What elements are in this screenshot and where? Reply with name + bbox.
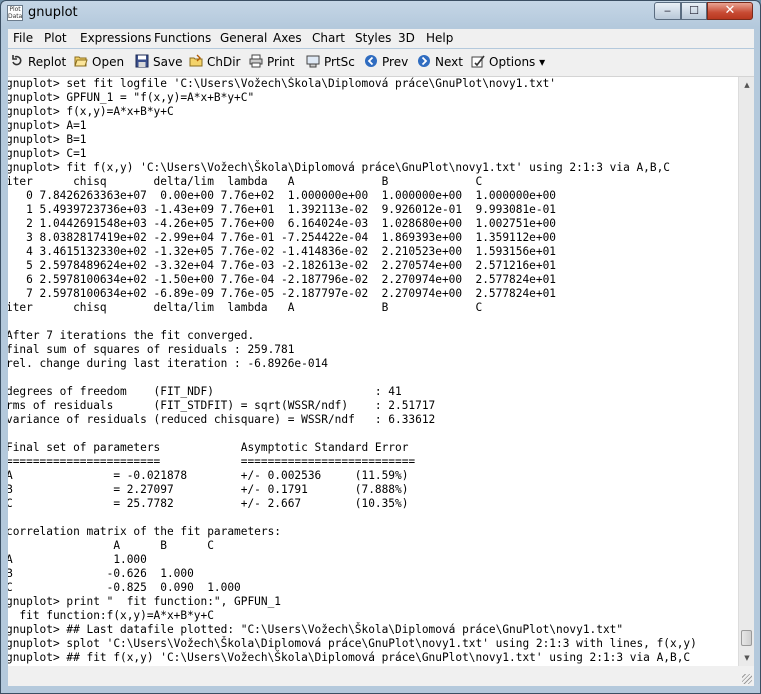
console-line: fit function:f(x,y)=A*x+B*y+C	[8, 609, 214, 622]
vertical-scrollbar[interactable]: ▲ ▼	[738, 77, 754, 666]
console-line: C = 25.7782 +/- 2.667 (10.35%)	[8, 497, 409, 510]
console-line: 1 5.4939723736e+03 -1.43e+09 7.76e+01 1.…	[8, 203, 556, 216]
console-line: correlation matrix of the fit parameters…	[8, 525, 281, 538]
console-line: iter chisq delta/lim lambda A B C	[8, 175, 483, 188]
console-line: After 7 iterations the fit converged.	[8, 329, 255, 342]
menu-help[interactable]: Help	[426, 31, 453, 45]
console-line: iter chisq delta/lim lambda A B C	[8, 301, 483, 314]
menu-styles[interactable]: Styles	[355, 31, 391, 45]
console-line: 6 2.5978100634e+02 -1.50e+00 7.76e-04 -2…	[8, 273, 556, 286]
prev-button[interactable]: Prev	[364, 54, 408, 71]
printer-icon	[249, 54, 263, 68]
console-line: 4 3.4615132330e+02 -1.32e+05 7.76e-02 -1…	[8, 245, 556, 258]
console-line: 0 7.8426263363e+07 0.00e+00 7.76e+02 1.0…	[8, 189, 556, 202]
menu-functions[interactable]: Functions	[154, 31, 211, 45]
next-button[interactable]: Next	[417, 54, 463, 71]
console-line: rms of residuals (FIT_STDFIT) = sqrt(WSS…	[8, 399, 436, 412]
menu-3d[interactable]: 3D	[398, 31, 415, 45]
scroll-up-arrow-icon[interactable]: ▲	[740, 77, 754, 93]
toolbar: Replot Open Save ChDir Print PrtSc Prev …	[8, 49, 754, 77]
change-dir-icon	[189, 54, 203, 67]
menu-chart[interactable]: Chart	[312, 31, 345, 45]
chdir-button[interactable]: ChDir	[189, 54, 241, 71]
options-label: Options ▾	[489, 55, 546, 69]
print-button[interactable]: Print	[249, 54, 295, 71]
console-line: gnuplot> print " fit function:", GPFUN_1	[8, 595, 281, 608]
console-line: C -0.825 0.090 1.000	[8, 581, 241, 594]
save-label: Save	[153, 55, 183, 69]
console-line: 7 2.5978100634e+02 -6.89e-09 7.76e-05 -2…	[8, 287, 556, 300]
replot-label: Replot	[28, 55, 67, 69]
menu-bar: File Plot Expressions Functions General …	[8, 29, 754, 48]
gnuplot-app-icon[interactable]: Plot Data	[7, 5, 23, 21]
chdir-label: ChDir	[207, 55, 241, 69]
title-bar[interactable]: Plot Data gnuplot ‒ ☐ ✕	[1, 1, 760, 27]
window-title: gnuplot	[28, 5, 78, 20]
gnuplot-window: Plot Data gnuplot ‒ ☐ ✕ File Plot Expres…	[0, 0, 761, 694]
console-line: B = 2.27097 +/- 0.1791 (7.888%)	[8, 483, 409, 496]
console-line: gnuplot> B=1	[8, 133, 87, 146]
console-line: A 1.000	[8, 553, 147, 566]
console-line: gnuplot> fit f(x,y) 'C:\Users\Vožech\Ško…	[8, 161, 671, 174]
print-screen-icon	[306, 55, 320, 68]
console-line: gnuplot> splot 'C:\Users\Vožech\Škola\Di…	[8, 637, 697, 650]
console-line: gnuplot> ## fit f(x,y) 'C:\Users\Vožech\…	[8, 651, 691, 664]
close-button[interactable]: ✕	[707, 2, 753, 20]
console-line: Final set of parameters Asymptotic Stand…	[8, 441, 409, 454]
prev-label: Prev	[382, 55, 409, 69]
console-line: gnuplot> A=1	[8, 119, 87, 132]
console-line: degrees of freedom (FIT_NDF) : 41	[8, 385, 402, 398]
console-line: gnuplot> C=1	[8, 147, 87, 160]
menu-file[interactable]: File	[13, 31, 33, 45]
resize-grip-icon[interactable]	[742, 674, 752, 684]
console-line: gnuplot> GPFUN_1 = "f(x,y)=A*x+B*y+C"	[8, 91, 255, 104]
console-line: ======================= ================…	[8, 455, 416, 468]
console-line: A B C	[8, 539, 214, 552]
folder-open-icon	[74, 56, 88, 67]
minimize-button[interactable]: ‒	[654, 2, 681, 20]
maximize-button[interactable]: ☐	[681, 2, 707, 20]
replot-icon	[12, 55, 22, 66]
menu-axes[interactable]: Axes	[273, 31, 302, 45]
console-line: final sum of squares of residuals : 259.…	[8, 343, 295, 356]
console-output[interactable]: gnuplot> set fit logfile 'C:\Users\Vožec…	[8, 77, 738, 666]
options-button[interactable]: Options ▾	[471, 54, 545, 71]
console-line: gnuplot> ## Last datafile plotted: "C:\U…	[8, 623, 624, 636]
prtsc-label: PrtSc	[324, 55, 355, 69]
next-label: Next	[435, 55, 463, 69]
console-line: 3 8.0382817419e+02 -2.99e+04 7.76e-01 -7…	[8, 231, 556, 244]
save-button[interactable]: Save	[135, 54, 182, 71]
replot-button[interactable]: Replot	[10, 54, 66, 71]
console-line: gnuplot> set fit logfile 'C:\Users\Vožec…	[8, 77, 556, 90]
console-line: B -0.626 1.000	[8, 567, 194, 580]
scroll-down-arrow-icon[interactable]: ▼	[740, 650, 754, 666]
console-line: gnuplot> f(x,y)=A*x+B*y+C	[8, 105, 174, 118]
prtsc-button[interactable]: PrtSc	[306, 54, 355, 71]
menu-plot[interactable]: Plot	[44, 31, 67, 45]
console-line: rel. change during last iteration : -6.8…	[8, 357, 328, 370]
menu-expressions[interactable]: Expressions	[80, 31, 151, 45]
console-line: variance of residuals (reduced chisquare…	[8, 413, 436, 426]
next-arrow-icon	[418, 55, 430, 67]
open-label: Open	[92, 55, 125, 69]
menu-general[interactable]: General	[220, 31, 267, 45]
console-line: 5 2.5978489624e+02 -3.32e+04 7.76e-03 -2…	[8, 259, 556, 272]
console-line: 2 1.0442691548e+03 -4.26e+05 7.76e+00 6.…	[8, 217, 556, 230]
options-icon	[471, 55, 485, 68]
open-button[interactable]: Open	[74, 54, 124, 71]
prev-arrow-icon	[365, 55, 377, 67]
print-label: Print	[267, 55, 295, 69]
status-bar	[8, 666, 754, 686]
floppy-save-icon	[135, 54, 149, 68]
scroll-thumb[interactable]	[741, 630, 752, 646]
console-line: A = -0.021878 +/- 0.002536 (11.59%)	[8, 469, 409, 482]
